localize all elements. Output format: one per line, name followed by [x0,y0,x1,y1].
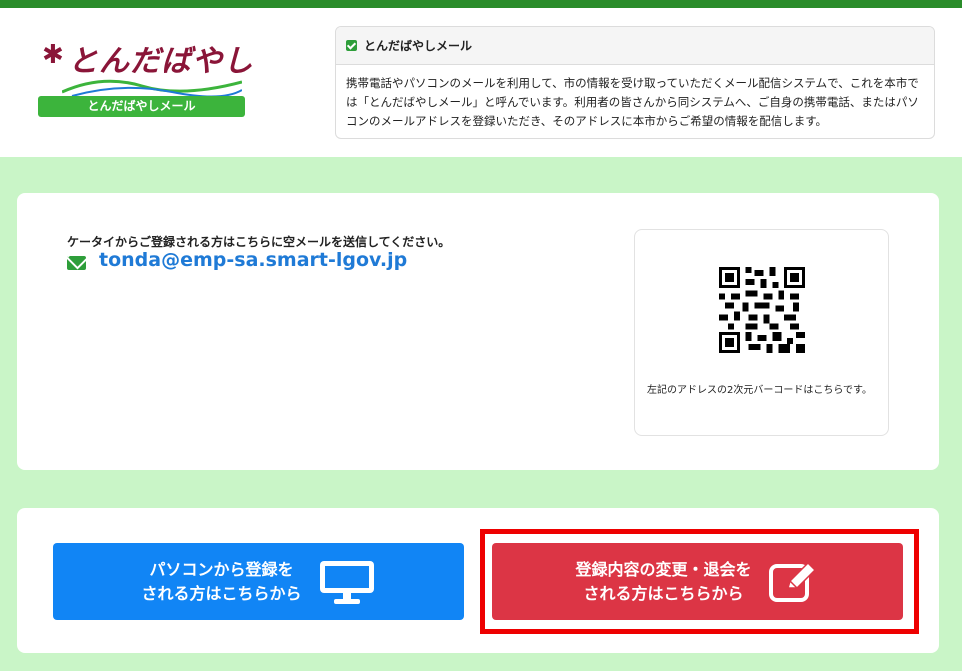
change-line2: される方はこちらから [583,583,744,603]
mobile-registration-panel: ケータイからご登録される方はこちらに空メールを送信してください。 tonda@e… [17,193,939,470]
change-label: 登録内容の変更・退会を される方はこちらから [575,558,751,606]
qr-card: 左記のアドレスの2次元バーコードはこちらです。 [634,229,889,436]
info-card: とんだばやしメール 携帯電話やパソコンのメールを利用して、市の情報を受け取ってい… [335,26,935,139]
info-card-body: 携帯電話やパソコンのメールを利用して、市の情報を受け取っていただくメール配信シス… [346,76,919,128]
top-bar [0,0,962,8]
edit-icon [768,561,816,602]
check-icon [346,40,357,51]
info-card-header: とんだばやしメール [336,27,934,65]
pc-register-line1: パソコンから登録を [149,559,294,579]
flower-icon: ✱ [42,40,64,70]
change-or-unsubscribe-button[interactable]: 登録内容の変更・退会を される方はこちらから [492,543,903,620]
header: ✱ とんだばやし とんだばやしメール とんだばやしメール 携帯電話やパソコンのメ… [0,8,962,157]
email-link[interactable]: tonda@emp-sa.smart-lgov.jp [99,249,407,271]
envelope-icon [67,256,86,270]
logo-badge: とんだばやしメール [38,96,245,117]
monitor-icon [319,560,374,604]
pc-register-button[interactable]: パソコンから登録を される方はこちらから [53,543,464,620]
site-logo[interactable]: ✱ とんだばやし とんだばやしメール [38,36,253,118]
pc-register-line2: される方はこちらから [141,583,302,603]
registration-buttons-panel: パソコンから登録を される方はこちらから 登録内容の変更・退会を される方はこち… [17,508,939,653]
pc-register-label: パソコンから登録を される方はこちらから [141,558,301,606]
mobile-caption: ケータイからご登録される方はこちらに空メールを送信してください。 [67,235,451,249]
info-card-title: とんだばやしメール [364,39,473,53]
qr-caption: 左記のアドレスの2次元バーコードはこちらです。 [647,385,873,396]
qr-code [719,267,805,353]
change-line1: 登録内容の変更・退会を [575,559,752,579]
